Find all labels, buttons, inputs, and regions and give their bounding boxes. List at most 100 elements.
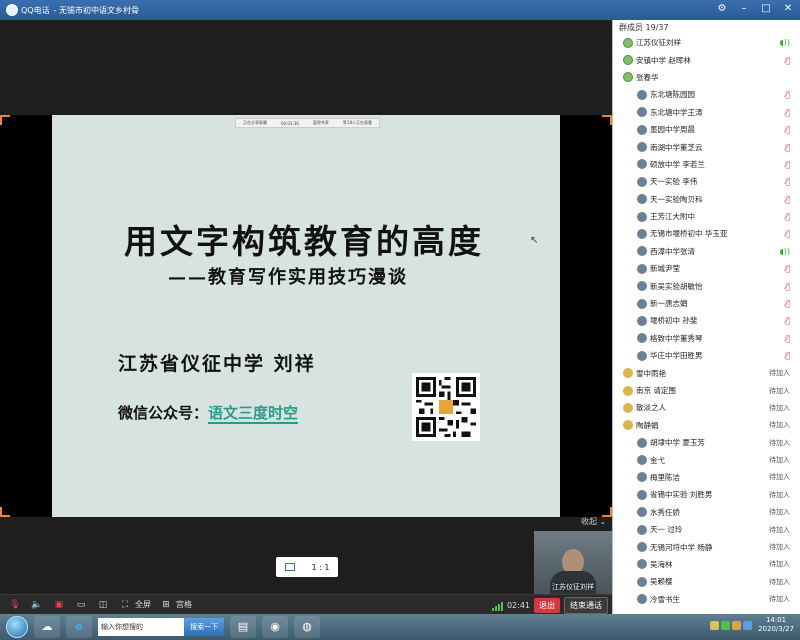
speaker-icon[interactable]: 🔈 [30,599,44,611]
member-row[interactable]: 硕放中学 李若兰 🎙̸ [613,156,800,173]
windows-start-icon[interactable] [6,616,28,638]
member-avatar-icon [637,333,647,344]
member-row[interactable]: 金弋 待加入 [613,451,800,468]
pause-share-button[interactable]: 暂停共享 [313,120,329,126]
slide-wechat-line: 微信公众号：语文三度时空 [118,402,299,424]
member-avatar-icon [623,385,633,396]
title-bar: QQ电话 - 无锡市初中语文乡村骨 ⚙ – □ ✕ [0,0,800,20]
member-row[interactable]: 吴海林 待加入 [613,556,800,573]
call-duration: 02:41 [506,601,530,610]
mic-muted-icon[interactable]: 🎙 [8,599,22,611]
member-row[interactable]: 新一唐志娟 🎙̸ [613,295,800,312]
tray-app-icon[interactable] [743,620,753,630]
member-avatar-icon [637,455,647,466]
system-tray: 14:01 2020/3/27 [710,616,794,634]
member-row[interactable]: 堰桥初中 孙斐 🎙̸ [613,312,800,329]
aspect-ratio-button[interactable]: 1 : 1 [276,557,338,577]
wechat-account-name: 语文三度时空 [208,404,299,424]
member-row[interactable]: 胡埭中学 夏玉芳 待加入 [613,434,800,451]
member-row[interactable]: 南湖中学董芝云 🎙̸ [613,138,800,155]
mic-muted-icon: 🎙̸ [785,107,790,117]
tray-app-icon[interactable] [721,620,731,630]
member-row[interactable]: 陶静娟 待加入 [613,417,800,434]
member-row[interactable]: 散淡之人 待加入 [613,399,800,416]
gallery-view-button[interactable]: 宫格 [176,599,192,610]
member-row[interactable]: 格致中学董秀琴 🎙̸ [613,330,800,347]
green-app-icon[interactable]: ◉ [262,616,288,638]
member-row[interactable]: 天一实验陶贝科 🎙̸ [613,191,800,208]
qq-app-icon[interactable]: ◍ [294,616,320,638]
signal-strength-icon [491,601,503,611]
folder-app-icon[interactable]: ▤ [230,616,256,638]
window-controls: ⚙ – □ ✕ [714,2,796,16]
self-video-preview[interactable]: 江苏仪征刘祥 [534,531,612,594]
exit-call-button[interactable]: 退出 [534,598,560,613]
member-avatar-icon [637,194,647,205]
member-row[interactable]: 江苏仪征刘祥 ◖)) [613,34,800,51]
tray-app-icon[interactable] [732,620,742,630]
end-call-button[interactable]: 结束通话 [564,597,608,614]
fullscreen-button[interactable]: 全屏 [135,599,151,610]
corner-bracket-icon [0,507,10,517]
member-name: 东北塘中学王涛 [650,107,703,117]
member-row[interactable]: 墨园中学周晨 🎙̸ [613,121,800,138]
taskbar-search-input[interactable]: 输入你想搜的 [98,618,184,636]
taskbar-search-button[interactable]: 搜索一下 [184,618,224,636]
member-avatar-icon [623,37,633,48]
member-name: 天一实验陶贝科 [650,194,703,204]
member-avatar-icon [637,576,647,587]
member-row[interactable]: 天一 过玲 待加入 [613,521,800,538]
member-row[interactable]: 省锡中实验 刘胜男 待加入 [613,486,800,503]
mic-muted-icon: 🎙̸ [785,229,790,239]
cloud-app-icon[interactable]: ☁ [34,616,60,638]
member-name: 梅里陈洁 [650,472,680,482]
grid-icon[interactable]: ⊞ [159,599,173,611]
member-row[interactable]: 东北塘中学王涛 🎙̸ [613,104,800,121]
fullscreen-icon[interactable]: ⛶ [118,599,132,611]
tray-app-icon[interactable] [710,620,720,630]
member-row[interactable]: 新吴实验胡敏怡 🎙̸ [613,277,800,294]
member-row[interactable]: 雪中雨艳 待加入 [613,364,800,381]
member-row[interactable]: 冷雪书生 待加入 [613,591,800,608]
member-row[interactable]: 梅里陈洁 待加入 [613,469,800,486]
member-row[interactable]: 水秀任娇 待加入 [613,504,800,521]
member-name: 安镇中学 赵晖林 [636,55,691,65]
record-icon[interactable]: ◫ [96,599,110,611]
camera-off-icon[interactable]: ▣ [52,599,66,611]
call-status-area: 02:41 退出 结束通话 [491,597,608,614]
member-row[interactable]: 东北塘陈园园 🎙̸ [613,86,800,103]
member-name: 胡埭中学 夏玉芳 [650,438,705,448]
ie-browser-icon[interactable]: e [66,616,92,638]
qq-call-window: QQ电话 - 无锡市初中语文乡村骨 ⚙ – □ ✕ 正在分享屏幕 00:03:3… [0,0,800,640]
system-clock[interactable]: 14:01 2020/3/27 [758,616,794,634]
close-icon[interactable]: ✕ [780,2,796,16]
member-row[interactable]: 王芳江大附中 🎙̸ [613,208,800,225]
member-row[interactable]: 天一实验 李伟 🎙̸ [613,173,800,190]
wechat-label: 微信公众号： [118,404,209,422]
member-row[interactable]: 南京 请定围 待加入 [613,382,800,399]
member-list-panel: 群成员 19/37 江苏仪征刘祥 ◖)) 安镇中学 赵晖林 🎙̸ 张春华 东北塘陈园园 🎙̸… [612,20,800,614]
member-avatar-icon [637,315,647,326]
minimize-icon[interactable]: – [736,2,752,16]
member-row[interactable]: 吴赖樱 待加入 [613,573,800,590]
member-name: 散淡之人 [636,403,666,413]
member-name: 天一 过玲 [650,525,683,535]
member-status: 待加入 [769,543,790,552]
maximize-icon[interactable]: □ [758,2,774,16]
member-name: 南京 请定围 [636,386,676,395]
member-avatar-icon [637,142,647,153]
member-row[interactable]: 无锡河埒中学 杨静 待加入 [613,538,800,555]
chevron-down-icon: ⌄ [599,517,607,526]
member-row[interactable]: 张春华 [613,69,800,86]
member-name: 新城尹莹 [650,264,680,274]
member-row[interactable]: 无锡市堰桥初中 华玉亚 🎙̸ [613,225,800,242]
member-row[interactable]: 华庄中学田胜男 🎙̸ [613,347,800,364]
screen-share-icon[interactable]: ▭ [74,599,88,611]
settings-icon[interactable]: ⚙ [714,2,730,16]
member-row[interactable]: 新城尹莹 🎙̸ [613,260,800,277]
member-status: 待加入 [769,525,790,534]
collapse-button[interactable]: 收起 ⌄ [581,516,606,527]
member-row[interactable]: 西漳中学张清 ◖)) [613,243,800,260]
member-row[interactable]: 安镇中学 赵晖林 🎙̸ [613,51,800,68]
member-name: 张春华 [636,72,659,82]
